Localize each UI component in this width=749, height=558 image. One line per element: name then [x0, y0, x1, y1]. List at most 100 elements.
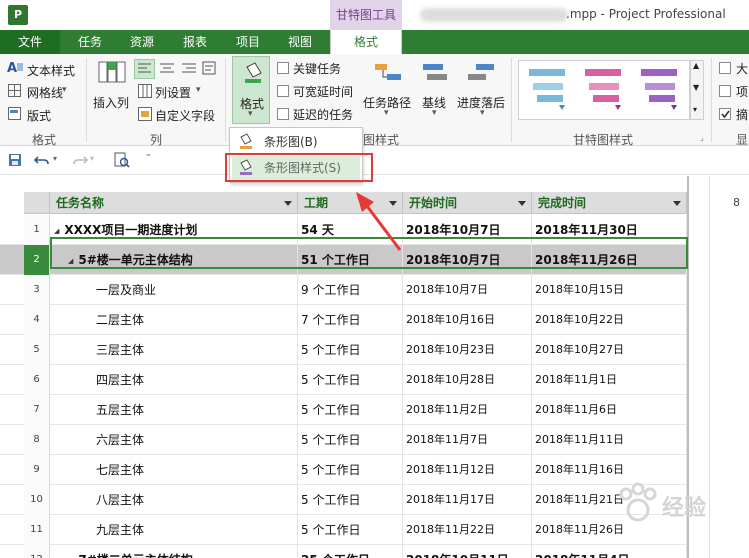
cell-task-name[interactable]: 三层主体	[50, 335, 298, 365]
row-number[interactable]: 7	[24, 395, 50, 425]
row-number[interactable]: 4	[24, 305, 50, 335]
right-checkbox-1[interactable]	[719, 62, 731, 74]
right-checkbox-3[interactable]	[719, 108, 731, 120]
header-start[interactable]: 开始时间	[403, 192, 532, 214]
cell-start[interactable]: 2018年10月7日	[403, 215, 532, 245]
menu-item-bar[interactable]: 条形图(B)	[232, 130, 360, 154]
redo-dropdown-icon[interactable]: ▾	[90, 154, 94, 163]
cell-start[interactable]: 2018年10月28日	[403, 365, 532, 395]
table-row[interactable]: 12◢7#楼二单元主体结构25 个工作日2018年10月11日2018年11月4…	[0, 545, 687, 558]
table-row[interactable]: 3 一层及商业 9 个工作日 2018年10月7日 2018年10月15日	[0, 275, 687, 305]
align-left-button[interactable]	[134, 59, 155, 79]
cell-task-name[interactable]: ◢7#楼二单元主体结构	[50, 545, 298, 558]
late-tasks-checkbox[interactable]	[277, 108, 289, 120]
cell-finish[interactable]: 2018年11月6日	[532, 395, 687, 425]
table-row[interactable]: 5 三层主体 5 个工作日 2018年10月23日 2018年10月27日	[0, 335, 687, 365]
gridlines-dropdown-icon[interactable]: ▾	[62, 85, 67, 95]
gallery-scroll[interactable]: ▲ ▼ ▾	[690, 60, 704, 120]
tab-format[interactable]: 格式	[330, 30, 402, 54]
cell-finish[interactable]: 2018年10月15日	[532, 275, 687, 305]
cell-duration[interactable]: 5 个工作日	[298, 335, 403, 365]
tab-resource[interactable]: 资源	[122, 30, 162, 54]
slippage-dropdown-icon[interactable]: ▾	[480, 108, 485, 118]
table-row[interactable]: 2 ◢ 5#楼一单元主体结构 51 个工作日 2018年10月7日 2018年11月26日	[0, 245, 687, 275]
cell-finish[interactable]: 2018年11月16日	[532, 455, 687, 485]
cell-task-name[interactable]: 九层主体	[50, 515, 298, 545]
dialog-launcher-icon[interactable]: ⌟	[700, 133, 704, 142]
baseline-dropdown-icon[interactable]: ▾	[432, 108, 437, 118]
tab-view[interactable]: 视图	[280, 30, 320, 54]
row-number[interactable]: 6	[24, 365, 50, 395]
align-center-icon[interactable]	[158, 61, 176, 77]
cell-task-name[interactable]: 七层主体	[50, 455, 298, 485]
row-number[interactable]: 10	[24, 485, 50, 515]
cell-start[interactable]: 2018年11月2日	[403, 395, 532, 425]
insert-column-button[interactable]: 插入列	[93, 94, 129, 111]
cell-task-name[interactable]: 六层主体	[50, 425, 298, 455]
tab-task[interactable]: 任务	[70, 30, 110, 54]
cell-task-name[interactable]: ◢ XXXX项目一期进度计划	[50, 215, 298, 245]
column-settings-button[interactable]: 列设置	[155, 84, 191, 101]
save-icon[interactable]	[8, 153, 22, 167]
filter-dropdown-icon[interactable]	[673, 201, 681, 206]
cell-duration[interactable]: 7 个工作日	[298, 305, 403, 335]
cell-duration[interactable]: 5 个工作日	[298, 515, 403, 545]
critical-tasks-checkbox[interactable]	[277, 62, 289, 74]
cell-finish[interactable]: 2018年11月26日	[532, 245, 687, 275]
cell-duration[interactable]: 5 个工作日	[298, 455, 403, 485]
tab-report[interactable]: 报表	[175, 30, 215, 54]
gallery-up-icon[interactable]: ▲	[693, 61, 699, 70]
cell-task-name[interactable]: 四层主体	[50, 365, 298, 395]
table-row[interactable]: 11 九层主体 5 个工作日 2018年11月22日 2018年11月26日	[0, 515, 687, 545]
cell-task-name[interactable]: ◢ 5#楼一单元主体结构	[50, 245, 298, 275]
tab-file[interactable]: 文件	[0, 30, 60, 54]
task-path-dropdown-icon[interactable]: ▾	[384, 108, 389, 118]
gallery-down-icon[interactable]: ▼	[693, 83, 699, 92]
row-number[interactable]: 8	[24, 425, 50, 455]
cell-finish[interactable]: 2018年11月4日	[532, 545, 687, 558]
header-task-name[interactable]: 任务名称	[50, 192, 298, 214]
undo-dropdown-icon[interactable]: ▾	[53, 154, 57, 163]
table-row[interactable]: 6 四层主体 5 个工作日 2018年10月28日 2018年11月1日	[0, 365, 687, 395]
cell-start[interactable]: 2018年10月16日	[403, 305, 532, 335]
row-number[interactable]: 12	[24, 545, 50, 558]
cell-finish[interactable]: 2018年10月22日	[532, 305, 687, 335]
cell-task-name[interactable]: 二层主体	[50, 305, 298, 335]
cell-start[interactable]: 2018年10月7日	[403, 245, 532, 275]
undo-icon[interactable]	[34, 153, 50, 167]
gantt-style-blue[interactable]	[529, 69, 565, 110]
row-number[interactable]: 2	[24, 245, 50, 275]
table-row[interactable]: 8 六层主体 5 个工作日 2018年11月7日 2018年11月11日	[0, 425, 687, 455]
row-number[interactable]: 9	[24, 455, 50, 485]
cell-finish[interactable]: 2018年11月11日	[532, 425, 687, 455]
cell-duration[interactable]: 5 个工作日	[298, 365, 403, 395]
cell-start[interactable]: 2018年10月11日	[403, 545, 532, 558]
row-number[interactable]: 3	[24, 275, 50, 305]
align-right-icon[interactable]	[180, 61, 198, 77]
gallery-more-icon[interactable]: ▾	[693, 105, 697, 114]
customize-qat-icon[interactable]: ⁼	[146, 153, 151, 163]
cell-duration[interactable]: 5 个工作日	[298, 485, 403, 515]
text-styles-button[interactable]: 文本样式	[27, 62, 75, 79]
select-all-corner[interactable]	[24, 192, 50, 214]
table-row[interactable]: 7 五层主体 5 个工作日 2018年11月2日 2018年11月6日	[0, 395, 687, 425]
layout-button[interactable]: 版式	[27, 107, 51, 124]
cell-task-name[interactable]: 八层主体	[50, 485, 298, 515]
cell-duration[interactable]: 5 个工作日	[298, 395, 403, 425]
custom-fields-button[interactable]: 自定义字段	[155, 107, 215, 124]
table-row[interactable]: 9 七层主体 5 个工作日 2018年11月12日 2018年11月16日	[0, 455, 687, 485]
right-checkbox-2[interactable]	[719, 85, 731, 97]
collapse-triangle-icon[interactable]: ◢	[68, 257, 73, 265]
tab-project[interactable]: 项目	[228, 30, 268, 54]
filter-dropdown-icon[interactable]	[284, 201, 292, 206]
cell-finish[interactable]: 2018年10月27日	[532, 335, 687, 365]
filter-dropdown-icon[interactable]	[518, 201, 526, 206]
cell-duration[interactable]: 5 个工作日	[298, 425, 403, 455]
header-finish[interactable]: 完成时间	[532, 192, 687, 214]
redo-icon[interactable]	[72, 153, 88, 167]
cell-duration[interactable]: 25 个工作日	[298, 545, 403, 558]
cell-start[interactable]: 2018年11月22日	[403, 515, 532, 545]
row-number[interactable]: 11	[24, 515, 50, 545]
row-number[interactable]: 1	[24, 215, 50, 245]
gantt-style-purple[interactable]	[641, 69, 677, 110]
